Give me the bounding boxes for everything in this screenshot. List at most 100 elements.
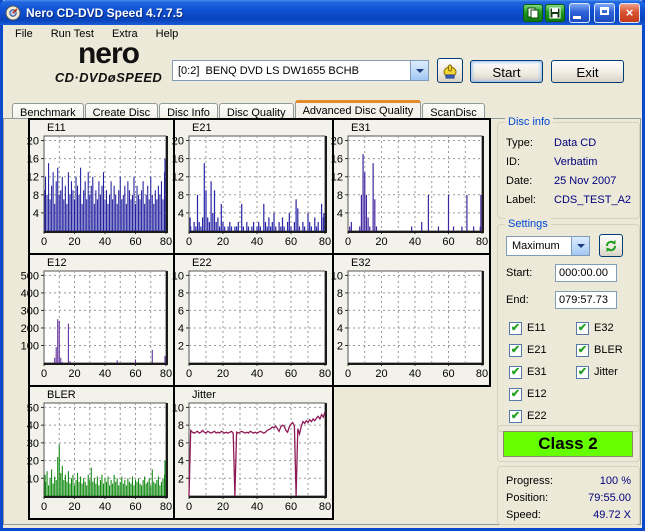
svg-text:4: 4 [178,456,184,468]
chevron-down-icon [415,68,424,73]
chart-e12: 100 200 300 400 500 0 20 40 60 80 E12 [21,253,175,387]
checkbox-e32[interactable]: ✔ E32 [576,317,623,339]
progress-value: 100 % [599,475,631,487]
svg-text:20: 20 [27,136,39,148]
disc-info-row-id: ID: Verbatim [506,156,633,172]
chart-bler: 10 20 30 40 50 0 20 40 60 80 BLER [27,385,175,520]
checkbox-box[interactable]: ✔ [576,343,589,357]
save-icon [549,7,561,18]
maximize-button[interactable] [594,2,615,23]
svg-text:40: 40 [99,368,111,380]
svg-text:4: 4 [33,208,39,220]
progress-label: Position: [506,492,549,504]
svg-text:200: 200 [21,323,39,335]
checkbox-box[interactable]: ✔ [509,387,522,401]
checkbox-box[interactable]: ✔ [509,409,522,423]
speed-select[interactable]: Maximum [506,236,590,256]
end-position-label: End: [506,294,529,306]
svg-text:E22: E22 [192,257,212,269]
svg-text:20: 20 [217,501,229,513]
window-title: Nero CD-DVD Speed 4.7.7.5 [26,5,183,20]
progress-label: Progress: [506,475,554,487]
svg-text:20: 20 [375,368,387,380]
checkbox-e12[interactable]: ✔ E12 [509,383,547,405]
checkbox-box[interactable]: ✔ [576,321,589,335]
svg-text:40: 40 [251,501,263,513]
chart-jitter: 2 4 6 8 10 0 20 40 60 80 Jitter [172,385,334,520]
checkbox-e21[interactable]: ✔ E21 [509,339,547,361]
exit-button[interactable]: Exit [551,60,624,83]
svg-text:0: 0 [186,236,192,248]
checkbox-e31[interactable]: ✔ E31 [509,361,547,383]
drive-select[interactable]: [0:2] BENQ DVD LS DW1655 BCHB [172,60,429,81]
progress-row-progress: Progress: 100 % [506,475,631,491]
speed-select-value: Maximum [512,240,560,252]
svg-text:0: 0 [186,368,192,380]
svg-text:12: 12 [27,172,39,184]
svg-text:20: 20 [68,501,80,513]
svg-text:E12: E12 [47,257,67,269]
svg-text:80: 80 [319,368,331,380]
svg-text:30: 30 [27,438,39,450]
svg-text:16: 16 [27,154,39,166]
checkbox-column-right: ✔ E32 ✔ BLER ✔ Jitter [576,317,623,383]
chart-e22: 2 4 6 8 10 0 20 40 60 80 E22 [172,253,334,387]
svg-text:80: 80 [160,501,172,513]
drive-tool-button[interactable] [437,58,463,83]
start-button[interactable]: Start [470,60,543,83]
end-position-field[interactable]: 079:57.73 [555,291,617,309]
checkbox-e22[interactable]: ✔ E22 [509,405,547,427]
checkbox-jitter[interactable]: ✔ Jitter [576,361,623,383]
svg-text:10: 10 [172,402,184,414]
start-position-field[interactable]: 000:00.00 [555,264,617,282]
checkbox-label: E12 [527,388,547,400]
svg-text:E21: E21 [192,122,212,134]
app-icon [5,5,21,21]
checkbox-box[interactable]: ✔ [509,343,522,357]
nero-logo-product: CD·DVDøSPEED [54,70,163,85]
chart-e21: 4 8 12 16 20 0 20 40 60 80 E21 [172,118,334,255]
svg-text:60: 60 [129,368,141,380]
speed-select-arrow[interactable] [571,237,589,255]
checkbox-e11[interactable]: ✔ E11 [509,317,547,339]
svg-text:6: 6 [337,305,343,317]
checkbox-box[interactable]: ✔ [576,365,589,379]
refresh-button[interactable] [599,234,623,257]
checkbox-box[interactable]: ✔ [509,321,522,335]
drive-select-arrow[interactable] [410,61,428,80]
checkbox-bler[interactable]: ✔ BLER [576,339,623,361]
progress-value: 79:55.00 [588,492,631,504]
copy-button[interactable] [523,3,543,22]
close-button[interactable]: × [619,2,640,23]
minimize-button[interactable] [569,2,590,23]
svg-text:100: 100 [21,340,39,352]
save-button[interactable] [545,3,565,22]
svg-text:16: 16 [331,154,343,166]
svg-text:0: 0 [41,236,47,248]
svg-text:10: 10 [172,270,184,282]
disc-info-label: Date: [506,175,533,187]
svg-text:10: 10 [331,270,343,282]
svg-text:0: 0 [345,368,351,380]
svg-text:E31: E31 [351,122,371,134]
svg-text:4: 4 [337,323,343,335]
chevron-down-icon [576,244,585,248]
settings-panel: Settings Maximum Start: 000:00.00 End: 0… [497,218,640,432]
checkbox-box[interactable]: ✔ [509,365,522,379]
disc-info-panel: Disc info Type: Data CD ID: Verbatim Date: 25… [497,116,640,219]
svg-text:40: 40 [27,420,39,432]
refresh-icon [606,239,616,252]
progress-row-speed: Speed: 49.72 X [506,509,631,525]
progress-label: Speed: [506,509,541,521]
checkbox-label: Jitter [594,366,618,378]
disc-info-row-date: Date: 25 Nov 2007 [506,175,633,191]
chart-e31: 4 8 12 16 20 0 20 40 60 80 E31 [331,118,491,255]
svg-text:40: 40 [251,368,263,380]
progress-value: 49.72 X [593,509,631,521]
svg-text:6: 6 [178,305,184,317]
svg-text:40: 40 [409,236,421,248]
checkbox-label: E22 [527,410,547,422]
disc-info-value: CDS_TEST_A2 [554,194,632,206]
disc-info-label: Label: [506,194,536,206]
svg-text:2: 2 [178,473,184,485]
